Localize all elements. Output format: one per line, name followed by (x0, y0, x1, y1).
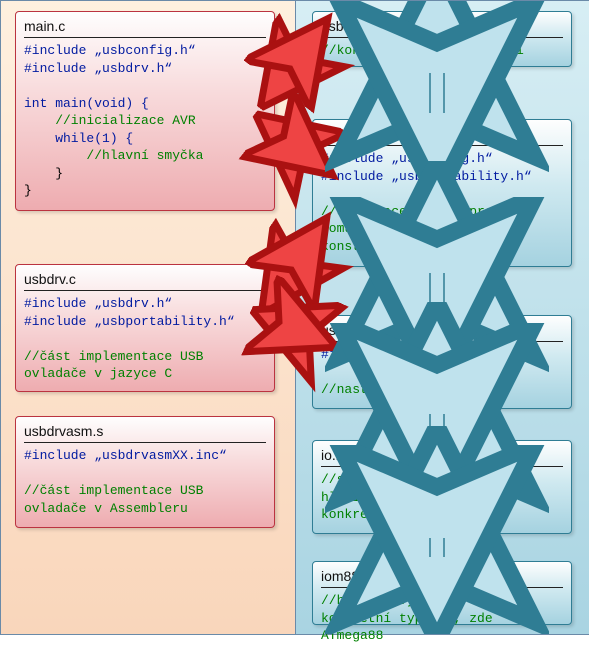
diagram-stage: main.c #include „usbconfig.h“ #include „… (0, 0, 589, 635)
code-body: //konfigurace USB zařízení (321, 42, 563, 60)
box-io-h: io.h //soubor pro „inkludování“ hlavičko… (312, 440, 572, 534)
box-title: usbportability.h (321, 322, 563, 342)
box-title: usbdrv.h (321, 126, 563, 146)
box-usbdrv-c: usbdrv.c #include „usbdrv.h“ #include „u… (15, 264, 275, 392)
code-body: //hlavičkový soubor pro konkrétní typ AV… (321, 592, 563, 645)
code-body: #include „io.h“ //nastavení kompilátoru (321, 346, 563, 399)
box-title: main.c (24, 18, 266, 38)
box-iom88-h: iom88.h //hlavičkový soubor pro konkrétn… (312, 561, 572, 625)
box-main-c: main.c #include „usbconfig.h“ #include „… (15, 11, 275, 211)
box-usbdrvasm-s: usbdrvasm.s #include „usbdrvasmXX.inc“ /… (15, 416, 275, 528)
box-usbportability-h: usbportability.h #include „io.h“ //nasta… (312, 315, 572, 409)
box-title: io.h (321, 447, 563, 467)
box-title: usbdrv.c (24, 271, 266, 291)
box-usbconfig-h: usbconfig.h //konfigurace USB zařízení (312, 11, 572, 67)
box-title: usbconfig.h (321, 18, 563, 38)
code-body: #include „usbconfig.h“ #include „usbport… (321, 150, 563, 255)
code-body: #include „usbconfig.h“ #include „usbdrv.… (24, 42, 266, 200)
box-title: iom88.h (321, 568, 563, 588)
code-body: #include „usbdrv.h“ #include „usbportabi… (24, 295, 266, 383)
code-body: #include „usbdrvasmXX.inc“ //část implem… (24, 447, 266, 517)
code-body: //soubor pro „inkludování“ hlavičkového … (321, 471, 563, 524)
box-title: usbdrvasm.s (24, 423, 266, 443)
box-usbdrv-h: usbdrv.h #include „usbconfig.h“ #include… (312, 119, 572, 267)
